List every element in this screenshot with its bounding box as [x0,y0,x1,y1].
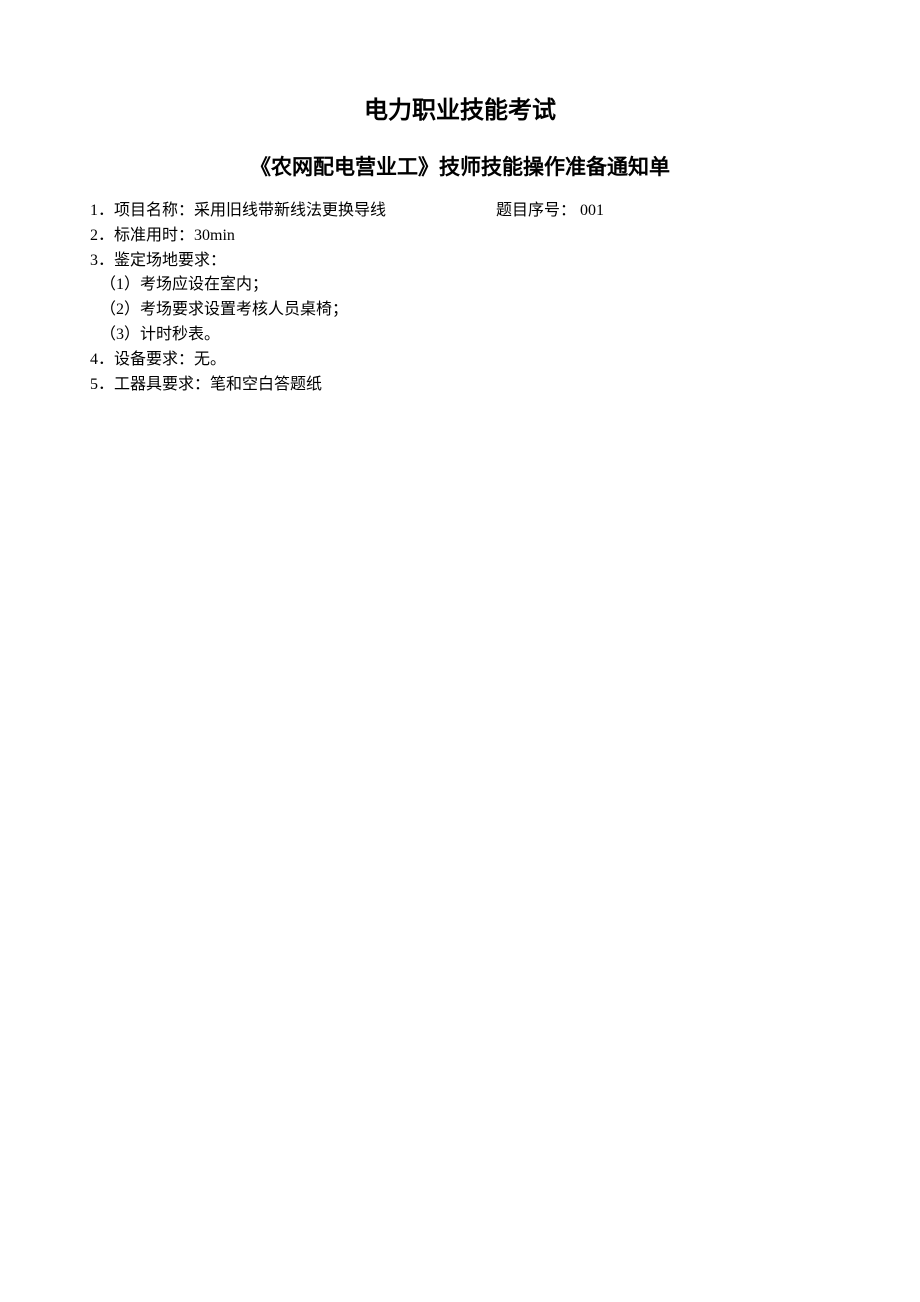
line-2-standard-time: 2．标准用时：30min [90,224,830,249]
main-title: 电力职业技能考试 [90,90,830,125]
line-1: 1．项目名称：采用旧线带新线法更换导线 题目序号： 001 [90,199,830,224]
line-3-venue-req: 3．鉴定场地要求： [90,249,830,274]
question-number: 题目序号： 001 [496,199,604,224]
line-5-tools: 5．工器具要求：笔和空白答题纸 [90,373,830,398]
project-name-value: 采用旧线带新线法更换导线 [194,202,386,219]
project-name: 1．项目名称：采用旧线带新线法更换导线 [90,199,386,224]
sub-title: 《农网配电营业工》技师技能操作准备通知单 [90,151,830,181]
line-4-equipment: 4．设备要求：无。 [90,348,830,373]
line-3-2: （2）考场要求设置考核人员桌椅； [90,298,830,323]
line-3-3: （3）计时秒表。 [90,323,830,348]
content-body: 1．项目名称：采用旧线带新线法更换导线 题目序号： 001 2．标准用时：30m… [90,199,830,397]
question-number-value: 001 [576,202,604,219]
line-3-1: （1）考场应设在室内； [90,273,830,298]
question-number-label: 题目序号： [496,202,576,219]
project-name-label: 1．项目名称： [90,202,194,219]
